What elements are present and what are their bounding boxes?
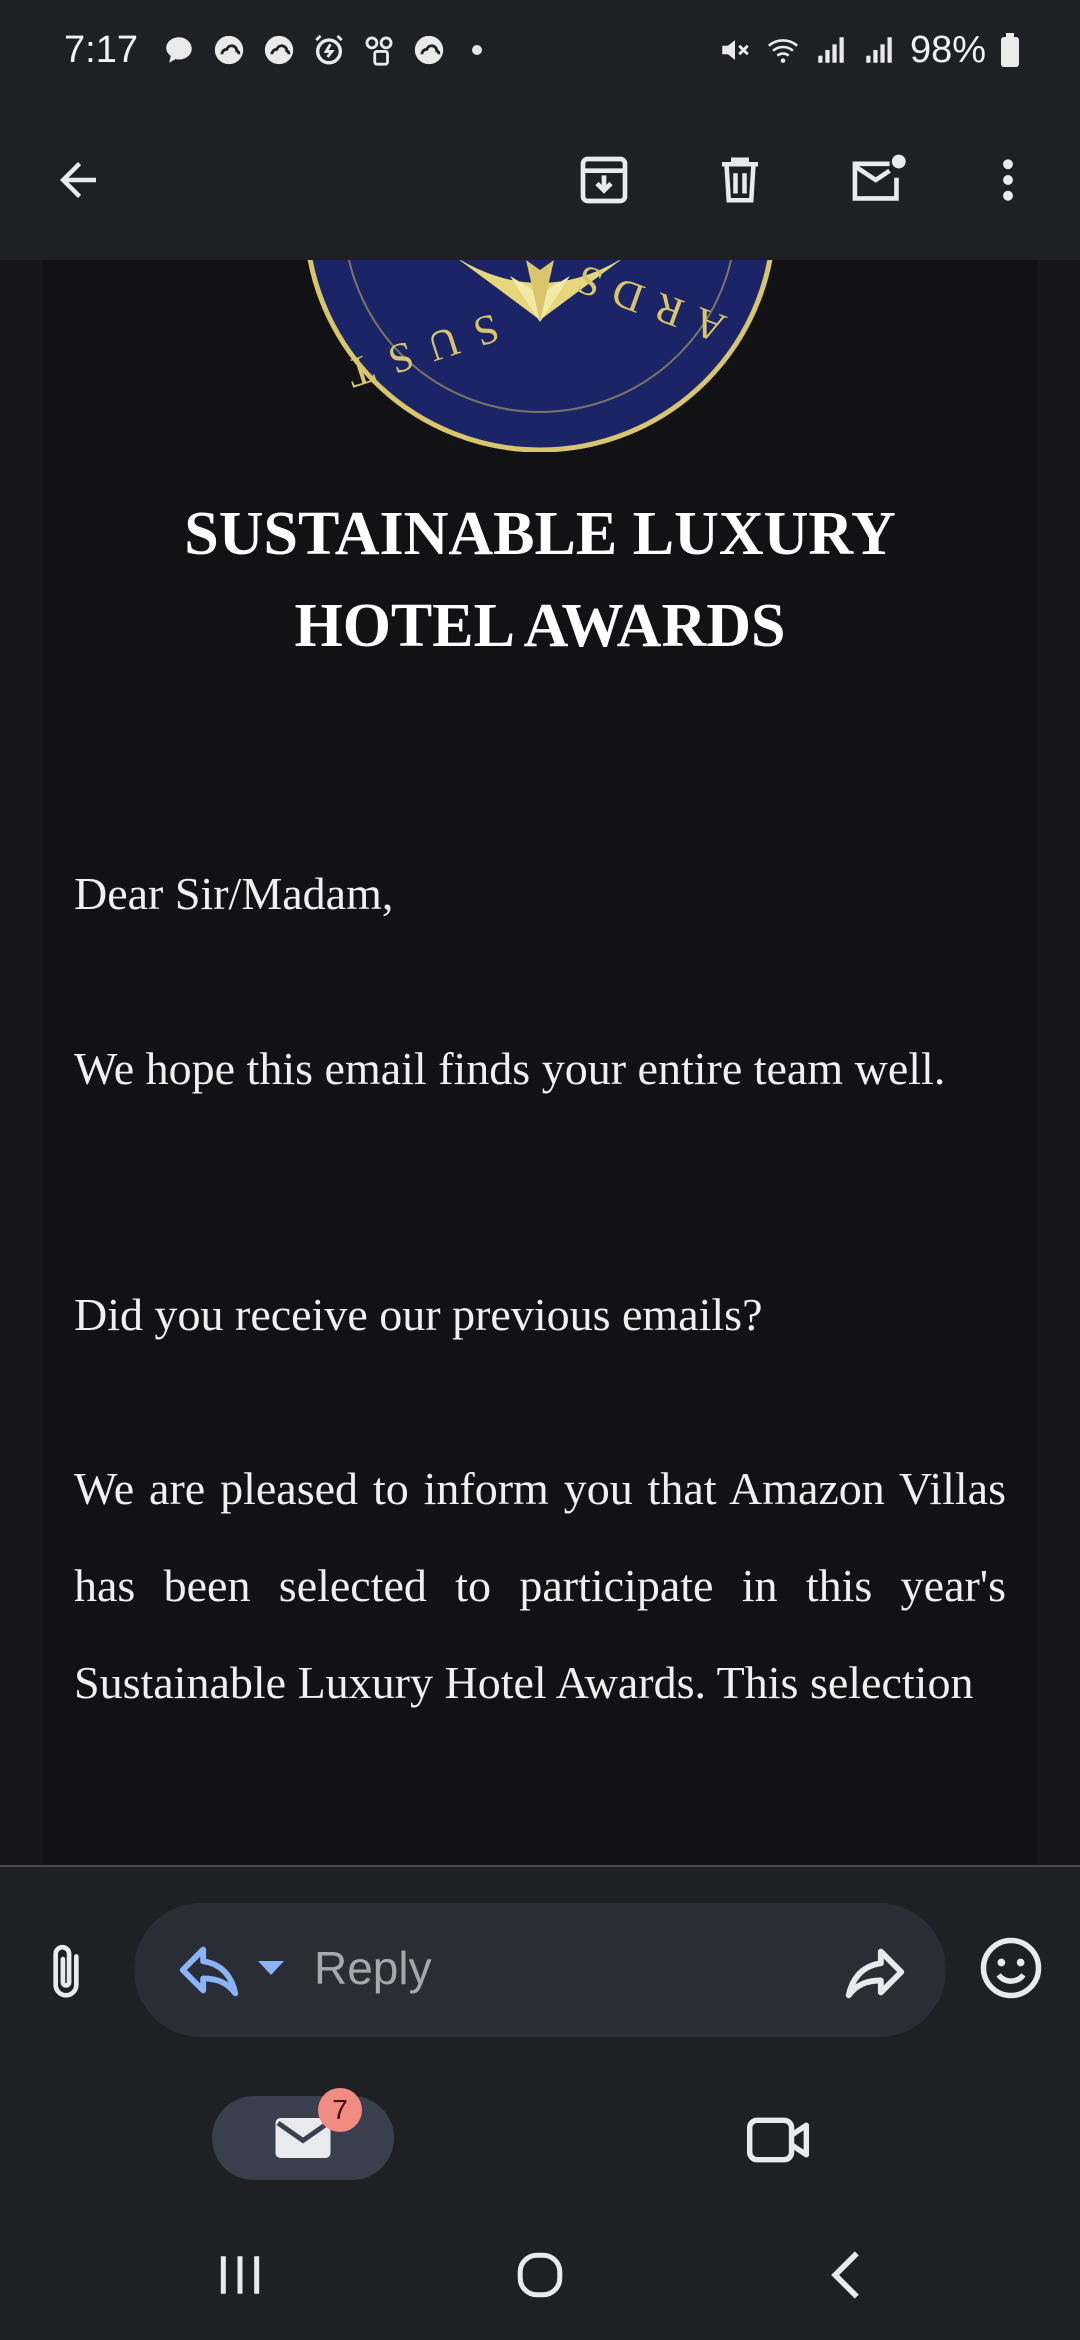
award-seal-logo: SUST ARDS (307, 260, 773, 452)
recents-icon (220, 2256, 260, 2294)
email-content-area[interactable]: SUST ARDS SUSTAINABLE LUXURY HOTEL AWARD… (0, 260, 1080, 1865)
reply-icon[interactable] (174, 1935, 244, 2005)
system-navigation-bar (0, 2200, 1080, 2340)
email-headline: SUSTAINABLE LUXURY HOTEL AWARDS (42, 488, 1038, 672)
arrow-back-icon (60, 162, 96, 198)
email-greeting: Dear Sir/Madam, (74, 868, 394, 919)
system-back-button[interactable] (806, 2240, 886, 2310)
status-right: 98% (718, 29, 1020, 72)
mark-unread-icon (852, 154, 906, 201)
alarm-icon (315, 34, 343, 65)
archive-button[interactable] (556, 132, 652, 228)
home-button[interactable] (500, 2240, 580, 2310)
email-paragraph-2: Did you receive our previous emails? (74, 1289, 763, 1340)
reply-field[interactable]: Reply (134, 1903, 946, 2037)
reply-bar: Reply (0, 1867, 1080, 2070)
cloud-icon (414, 35, 444, 65)
more-notifications-dot (471, 45, 482, 55)
signal-icon (866, 37, 892, 63)
email-paragraph-3: We are pleased to inform you that Amazon… (74, 1463, 1006, 1708)
meet-video-icon[interactable] (746, 2114, 810, 2166)
cloud-icon (214, 35, 244, 65)
reply-options-dropdown[interactable] (258, 1961, 284, 1975)
mail-unread-badge: 7 (318, 2088, 362, 2132)
forward-icon[interactable] (840, 1937, 910, 2007)
archive-icon (580, 156, 628, 204)
home-icon (517, 2252, 563, 2298)
attach-button[interactable] (36, 1937, 96, 2007)
attachment-icon (53, 1944, 79, 1998)
chevron-left-icon (831, 2251, 859, 2299)
battery-level: 98% (909, 28, 986, 71)
recent-apps-button[interactable] (200, 2240, 280, 2310)
more-vert-icon (1003, 159, 1013, 201)
chat-bubble-icon (166, 37, 192, 63)
voicemail-icon (365, 36, 393, 66)
delete-button[interactable] (692, 132, 788, 228)
status-left: 7:17 (64, 29, 482, 72)
email-body: SUST ARDS SUSTAINABLE LUXURY HOTEL AWARD… (42, 260, 1038, 1865)
email-paragraph-1: We hope this email finds your entire tea… (74, 1043, 946, 1094)
more-options-button[interactable] (960, 132, 1056, 228)
back-button[interactable] (30, 132, 126, 228)
status-time: 7:17 (64, 28, 138, 71)
emoji-reaction-icon[interactable] (978, 1935, 1044, 2001)
battery-icon (1001, 33, 1019, 67)
cloud-icon (264, 35, 294, 65)
status-bar: 7:17 98% (0, 0, 1080, 100)
top-app-bar (0, 100, 1080, 260)
headline-line-1: SUSTAINABLE LUXURY (184, 500, 896, 568)
mail-tab[interactable] (212, 2096, 394, 2180)
headline-line-2: HOTEL AWARDS (294, 592, 786, 660)
trash-icon (722, 157, 758, 203)
signal-icon (818, 37, 844, 63)
mark-unread-button[interactable] (830, 132, 926, 228)
bottom-navigation: 7 (0, 2070, 1080, 2200)
reply-label: Reply (314, 1942, 432, 1994)
mute-icon (722, 40, 749, 60)
wifi-icon (767, 39, 798, 63)
